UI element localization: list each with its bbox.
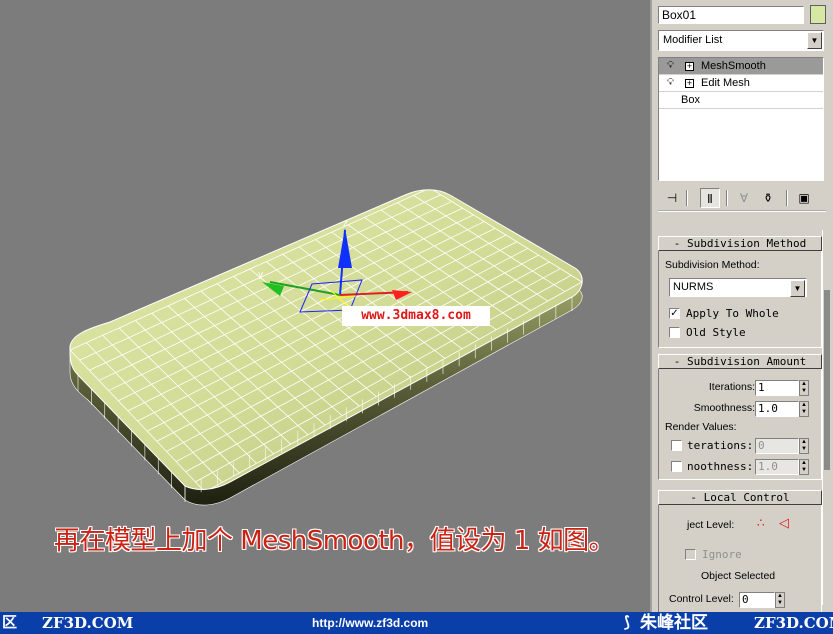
stack-item-edit-mesh[interactable]: 💡︎ + Edit Mesh [659, 75, 823, 92]
footer-logo-icon: ⟆ [624, 614, 630, 631]
stack-item-meshsmooth[interactable]: 💡︎ + MeshSmooth [659, 58, 823, 75]
object-color-swatch[interactable] [810, 5, 826, 24]
lightbulb-icon[interactable]: 💡︎ [667, 77, 676, 88]
expand-plus-icon[interactable]: + [685, 79, 694, 88]
iterations-label: Iterations: [708, 381, 755, 393]
subdivision-method-label: Subdivision Method: [665, 259, 760, 271]
svg-text:z: z [343, 219, 348, 229]
svg-text:y: y [258, 270, 264, 280]
remove-modifier-icon[interactable]: ⚱ [758, 188, 778, 208]
footer-community: 朱峰社区 [640, 613, 708, 632]
subdivision-method-value: NURMS [673, 281, 714, 293]
smoothness-label: Smoothness: [693, 402, 755, 414]
footer-site-right: ZF3D.COM [754, 614, 833, 632]
modifier-list-label: Modifier List [663, 34, 723, 46]
toolbar-separator [686, 190, 688, 206]
ignore-label: Ignore [702, 548, 742, 561]
toolbar-separator [786, 190, 788, 206]
render-iterations-spinner[interactable]: ▲ ▼ [799, 438, 809, 454]
watermark-label: www.3dmax8.com [342, 306, 490, 326]
render-iterations-label: terations: [687, 439, 754, 452]
object-selected-label: Object Selected [701, 570, 776, 582]
control-level-spinner[interactable]: ▲ ▼ [775, 592, 785, 608]
toolbar-separator [726, 190, 728, 206]
sub-object-level-label: ject Level: [687, 519, 735, 531]
panel-scrollbar[interactable] [822, 230, 831, 605]
configure-sets-icon[interactable]: ▣ [794, 188, 814, 208]
lightbulb-icon[interactable]: 💡︎ [667, 60, 676, 71]
subdivision-method-rollout: - Subdivision Method Subdivision Method:… [658, 236, 822, 348]
show-end-result-icon[interactable]: Ⅱ [700, 188, 720, 208]
subdivision-method-title[interactable]: - Subdivision Method [658, 236, 822, 251]
chevron-down-icon[interactable]: ▼ [790, 280, 805, 297]
modifier-stack: 💡︎ + MeshSmooth 💡︎ + Edit Mesh Box [658, 57, 824, 181]
modify-panel: Box01 Modifier List ▼ 💡︎ + MeshSmooth 💡︎… [650, 0, 833, 612]
expand-plus-icon[interactable]: + [685, 62, 694, 71]
site-footer: 区 ZF3D.COM http://www.zf3d.com ⟆ 朱峰社区 ZF… [0, 612, 833, 634]
scrollbar-thumb[interactable] [824, 290, 830, 470]
old-style-label: Old Style [686, 326, 746, 339]
edge-icon[interactable]: ◁ [779, 515, 789, 531]
chevron-down-icon[interactable]: ▼ [807, 32, 822, 49]
iterations-input[interactable]: 1 [755, 380, 799, 396]
smoothness-spinner[interactable]: ▲ ▼ [799, 401, 809, 417]
render-iterations-input[interactable]: 0 [755, 438, 799, 454]
vertex-icon[interactable]: ∴ [757, 516, 765, 530]
render-smoothness-label: noothness: [687, 460, 754, 473]
smoothness-input[interactable]: 1.0 [755, 401, 799, 417]
object-name-field[interactable]: Box01 [658, 6, 804, 24]
footer-partial-text: 区 [2, 614, 18, 631]
make-unique-icon[interactable]: ∀ [734, 188, 754, 208]
render-smoothness-spinner[interactable]: ▲ ▼ [799, 459, 809, 475]
render-smoothness-checkbox[interactable] [671, 461, 682, 472]
subdivision-method-select[interactable]: NURMS ▼ [669, 278, 807, 297]
modifier-list-dropdown[interactable]: Modifier List ▼ [658, 30, 824, 51]
ignore-checkbox[interactable] [685, 549, 696, 560]
subdivision-amount-title[interactable]: - Subdivision Amount [658, 354, 822, 369]
tutorial-caption: 再在模型上加个 MeshSmooth，值设为 1 如图。 [54, 526, 615, 556]
render-values-label: Render Values: [665, 421, 737, 433]
control-level-input[interactable]: 0 [739, 592, 775, 608]
apply-to-whole-label: Apply To Whole [686, 307, 779, 320]
render-smoothness-input[interactable]: 1.0 [755, 459, 799, 475]
footer-site-left: ZF3D.COM [42, 614, 134, 632]
pin-stack-icon[interactable]: ⊣ [662, 188, 682, 208]
local-control-rollout: - Local Control ject Level: ∴ ◁ Ignore O… [658, 490, 822, 612]
old-style-checkbox[interactable] [669, 327, 680, 338]
local-control-title[interactable]: - Local Control [658, 490, 822, 505]
iterations-spinner[interactable]: ▲ ▼ [799, 380, 809, 396]
stack-toolbar: ⊣ Ⅱ ∀ ⚱ ▣ [658, 186, 826, 212]
render-iterations-checkbox[interactable] [671, 440, 682, 451]
apply-to-whole-checkbox[interactable]: ✓ [669, 308, 680, 319]
footer-url[interactable]: http://www.zf3d.com [312, 612, 428, 634]
stack-item-box[interactable]: Box [659, 92, 823, 109]
subdivision-amount-rollout: - Subdivision Amount Iterations: 1 ▲ ▼ Sm… [658, 354, 822, 480]
control-level-label: Control Level: [669, 593, 734, 605]
